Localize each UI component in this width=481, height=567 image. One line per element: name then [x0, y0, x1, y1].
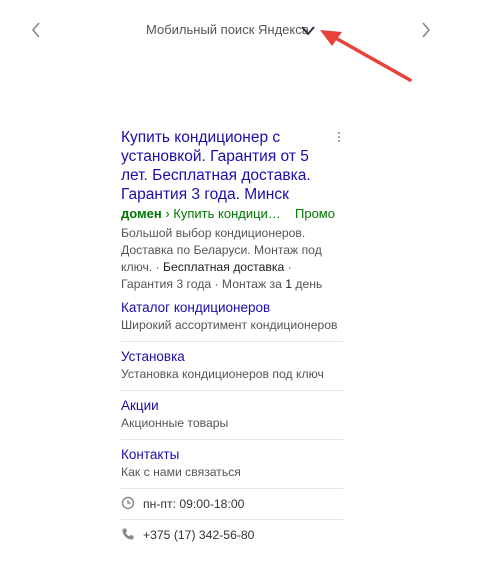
- sitelink[interactable]: Установка Установка кондиционеров под кл…: [121, 342, 343, 391]
- desc-highlight-1: Бесплатная доставка: [163, 260, 285, 274]
- phone-icon: [121, 527, 143, 544]
- ad-url[interactable]: домен › Купить кондици… Промо: [121, 205, 343, 223]
- desc-part-3: день: [292, 277, 323, 291]
- ad-card: Купить кондиционер с установкой. Гаранти…: [121, 128, 343, 550]
- hours-text: пн-пт: 09:00-18:00: [143, 497, 245, 511]
- sitelink-title[interactable]: Акции: [121, 397, 343, 415]
- ad-description: Большой выбор кондиционеров. Доставка по…: [121, 225, 343, 293]
- sitelink-desc: Установка кондиционеров под ключ: [121, 367, 324, 381]
- chevron-down-icon: [300, 25, 316, 42]
- next-arrow[interactable]: [416, 20, 436, 40]
- url-domain: домен: [121, 206, 162, 221]
- url-path: › Купить кондици…: [161, 206, 281, 221]
- prev-arrow[interactable]: [26, 20, 46, 40]
- desc-highlight-2: 1: [285, 277, 293, 291]
- sitelink-title[interactable]: Установка: [121, 348, 343, 366]
- device-title: Мобильный поиск Яндекса: [146, 22, 309, 37]
- sitelink-title[interactable]: Каталог кондиционеров: [121, 299, 343, 317]
- more-icon[interactable]: [336, 132, 342, 146]
- sitelink[interactable]: Контакты Как с нами связаться: [121, 440, 343, 489]
- sitelink[interactable]: Акции Акционные товары: [121, 391, 343, 440]
- annotation-arrow: [318, 28, 418, 93]
- sitelink-desc: Акционные товары: [121, 416, 229, 430]
- sitelink-desc: Как с нами связаться: [121, 465, 241, 479]
- ad-title[interactable]: Купить кондиционер с установкой. Гаранти…: [121, 128, 336, 204]
- phone-text[interactable]: +375 (17) 342-56-80: [143, 528, 254, 542]
- sitelink[interactable]: Каталог кондиционеров Широкий ассортимен…: [121, 293, 343, 342]
- phone-row[interactable]: +375 (17) 342-56-80: [121, 520, 343, 550]
- sitelink-title[interactable]: Контакты: [121, 446, 343, 464]
- sitelink-desc: Широкий ассортимент кондиционеров: [121, 318, 338, 332]
- promo-label: Промо: [295, 206, 335, 221]
- chevron-right-icon: [416, 20, 436, 40]
- clock-icon: [121, 496, 143, 513]
- chevron-left-icon: [26, 20, 46, 40]
- working-hours: пн-пт: 09:00-18:00: [121, 489, 343, 520]
- device-dropdown-button[interactable]: [300, 24, 316, 38]
